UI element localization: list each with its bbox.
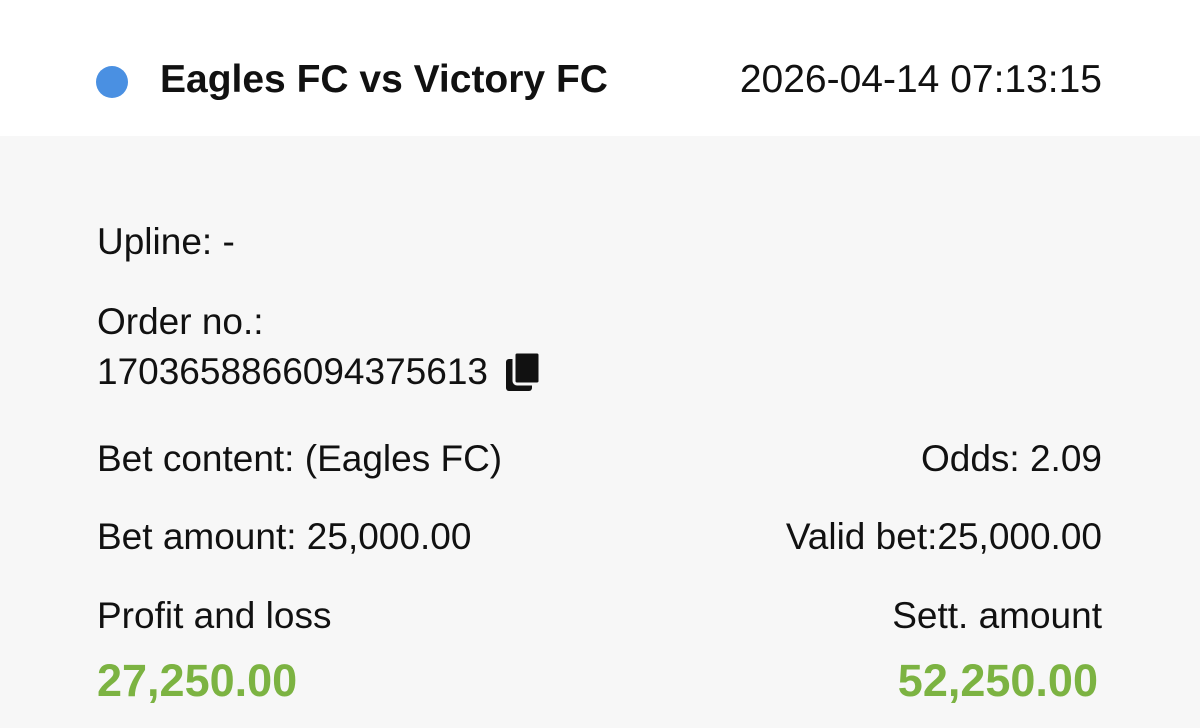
bet-amount-text: Bet amount: 25,000.00 [97, 516, 472, 557]
settlement-amount-label: Sett. amount [892, 595, 1102, 636]
order-number-row: 1703658866094375613 [97, 349, 544, 395]
profit-loss-label: Profit and loss [97, 595, 332, 636]
copy-icon[interactable] [502, 349, 544, 395]
order-number-value: 1703658866094375613 [97, 351, 488, 392]
settlement-amount-value: 52,250.00 [897, 655, 1098, 706]
order-number-label: Order no.: [97, 301, 264, 342]
upline-text: Upline: - [97, 221, 235, 262]
bet-content-text: Bet content: (Eagles FC) [97, 438, 503, 479]
match-datetime: 2026-04-14 07:13:15 [739, 58, 1102, 101]
status-dot-icon [96, 66, 128, 98]
valid-bet-text: Valid bet:25,000.00 [785, 516, 1102, 557]
odds-text: Odds: 2.09 [920, 438, 1102, 479]
match-title: Eagles FC vs Victory FC [160, 58, 608, 101]
profit-loss-value: 27,250.00 [97, 655, 298, 706]
match-header: Eagles FC vs Victory FC 2026-04-14 07:13… [0, 0, 1200, 136]
